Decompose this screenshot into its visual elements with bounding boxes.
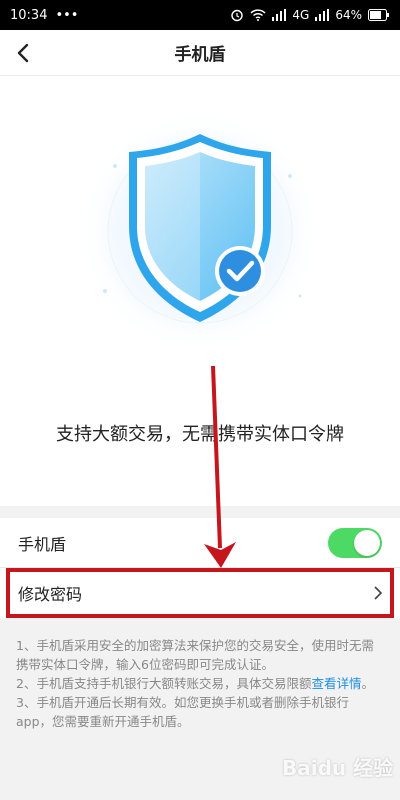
note-2-end: 。 — [361, 676, 374, 691]
section-divider — [0, 506, 400, 518]
back-button[interactable] — [8, 38, 38, 68]
network-type: 4G — [292, 8, 310, 22]
note-3: 3、手机盾开通后长期有效。如您更换手机或者删除手机银行app，您需要重新开通手机… — [16, 695, 349, 729]
hero-section: 支持大额交易，无需携带实体口令牌 — [0, 76, 400, 506]
note-2-text: 2、手机盾支持手机银行大额转账交易，具体交易限额 — [16, 676, 312, 691]
toggle-knob — [354, 529, 380, 556]
alarm-icon — [230, 8, 244, 22]
battery-icon — [368, 9, 390, 21]
nav-bar: 手机盾 — [0, 30, 400, 76]
chevron-right-icon — [373, 586, 382, 600]
shield-check-icon — [75, 106, 325, 356]
wifi-icon — [250, 9, 266, 21]
page-title: 手机盾 — [174, 45, 226, 65]
notification-dots: ••• — [55, 7, 79, 23]
status-bar: 10:34 ••• 4G 64% — [0, 0, 400, 30]
change-password-label: 修改密码 — [18, 585, 83, 604]
battery-percent: 64% — [335, 8, 362, 22]
change-password-row[interactable]: 修改密码 — [0, 570, 400, 616]
phone-shield-toggle[interactable] — [328, 527, 382, 558]
status-time: 10:34 — [10, 7, 48, 23]
watermark: Baidu 经验 — [282, 756, 394, 780]
signal-icon-2 — [315, 9, 330, 21]
view-details-link[interactable]: 查看详情 — [311, 676, 361, 691]
phone-shield-toggle-row: 手机盾 — [0, 518, 400, 568]
note-2: 2、手机盾支持手机银行大额转账交易，具体交易限额查看详情。 — [16, 674, 384, 693]
signal-icon — [272, 9, 287, 21]
note-1: 1、手机盾采用安全的加密算法来保护您的交易安全，使用时无需携带实体口令牌，输入6… — [16, 638, 374, 672]
hero-tagline: 支持大额交易，无需携带实体口令牌 — [56, 424, 344, 445]
chevron-left-icon — [17, 43, 29, 63]
toggle-label: 手机盾 — [18, 534, 67, 554]
